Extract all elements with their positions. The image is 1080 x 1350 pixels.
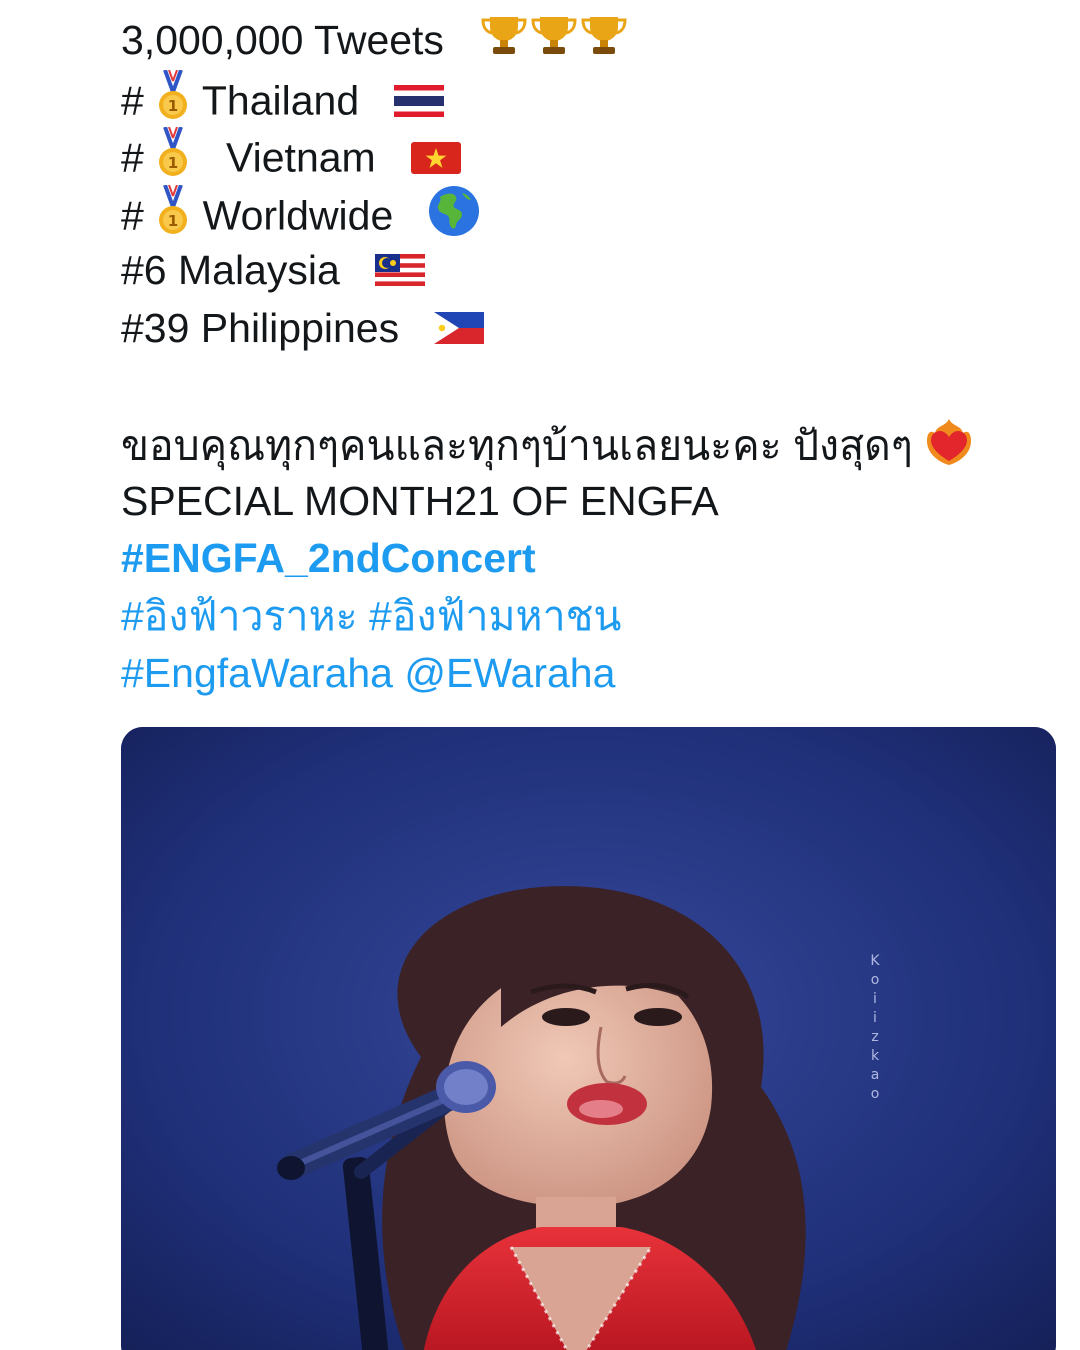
hashtag-line-engfa: #EngfaWaraha @EWaraha [121,645,1061,703]
special-month-line: SPECIAL MONTH21 OF ENGFA [121,473,1061,531]
hashtag-line-thai: #อิงฟ้าวราหะ #อิงฟ้ามหาชน [121,588,1061,646]
trophy-icon [579,12,629,74]
hash-symbol: # [121,77,144,124]
flag-philippines-icon [433,302,484,360]
rank-line-philippines: #39 Philippines [121,300,1061,358]
rank-malaysia: #6 Malaysia [121,247,340,293]
mention-ewaraha[interactable]: @EWaraha [404,650,615,696]
hashtag-engfa-mahachon-thai[interactable]: #อิงฟ้ามหาชน [369,593,621,639]
hashtag-line-concert: #ENGFA_2ndConcert [121,530,1061,588]
country-worldwide: Worldwide [202,192,394,239]
hashtag-engfa-waraha-thai[interactable]: #อิงฟ้าวราหะ [121,593,358,639]
tweet-count-text: 3,000,000 Tweets [121,17,444,63]
thanks-text: ขอบคุณทุกๆคนและทุกๆบ้านเลยนะคะ ปังสุดๆ [121,422,913,469]
heart-on-fire-icon [924,415,974,483]
watermark-letter: k [870,1048,880,1064]
special-month-text: SPECIAL MONTH21 OF ENGFA [121,477,719,524]
watermark-letter: z [871,1029,879,1045]
rank-line-vietnam: # 1 Vietnam [121,126,1061,185]
photographer-watermark: K o i i z k a o [865,952,885,1104]
watermark-letter: a [870,1067,880,1083]
hash-symbol: # [121,134,144,181]
flag-thailand-icon [393,75,444,133]
hashtag-engfa-2nd-concert[interactable]: #ENGFA_2ndConcert [121,535,536,581]
concert-photo-illustration [121,727,1056,1350]
trophy-icon [529,12,579,74]
thanks-line: ขอบคุณทุกๆคนและทุกๆบ้านเลยนะคะ ปังสุดๆ [121,415,1061,473]
watermark-letter: o [870,972,880,988]
rank-line-malaysia: #6 Malaysia [121,242,1061,300]
country-thailand: Thailand [201,77,360,124]
tweet-text: 3,000,000 Tweets # 1 Thailand # 1 Vietna… [121,12,1061,703]
watermark-letter: K [870,953,880,969]
watermark-letter: i [873,991,877,1007]
rank-line-thailand: # 1 Thailand [121,68,1061,128]
tweet-media-photo[interactable]: K o i i z k a o [121,727,1056,1350]
svg-text:1: 1 [168,212,178,230]
watermark-letter: o [870,1086,880,1102]
globe-americas-icon [428,185,480,253]
flag-vietnam-icon [410,132,461,190]
hashtag-engfa-waraha[interactable]: #EngfaWaraha [121,650,393,696]
rank-line-worldwide: # 1 Worldwide [121,183,1061,243]
trophy-icon [479,12,529,74]
svg-text:1: 1 [168,97,178,115]
watermark-letter: i [873,1010,877,1026]
rank-philippines: #39 Philippines [121,304,400,351]
country-vietnam: Vietnam [226,134,376,181]
flag-malaysia-icon [374,244,425,302]
svg-text:1: 1 [168,154,178,172]
tweet-count-line: 3,000,000 Tweets [121,12,1061,70]
hash-symbol: # [121,192,144,239]
